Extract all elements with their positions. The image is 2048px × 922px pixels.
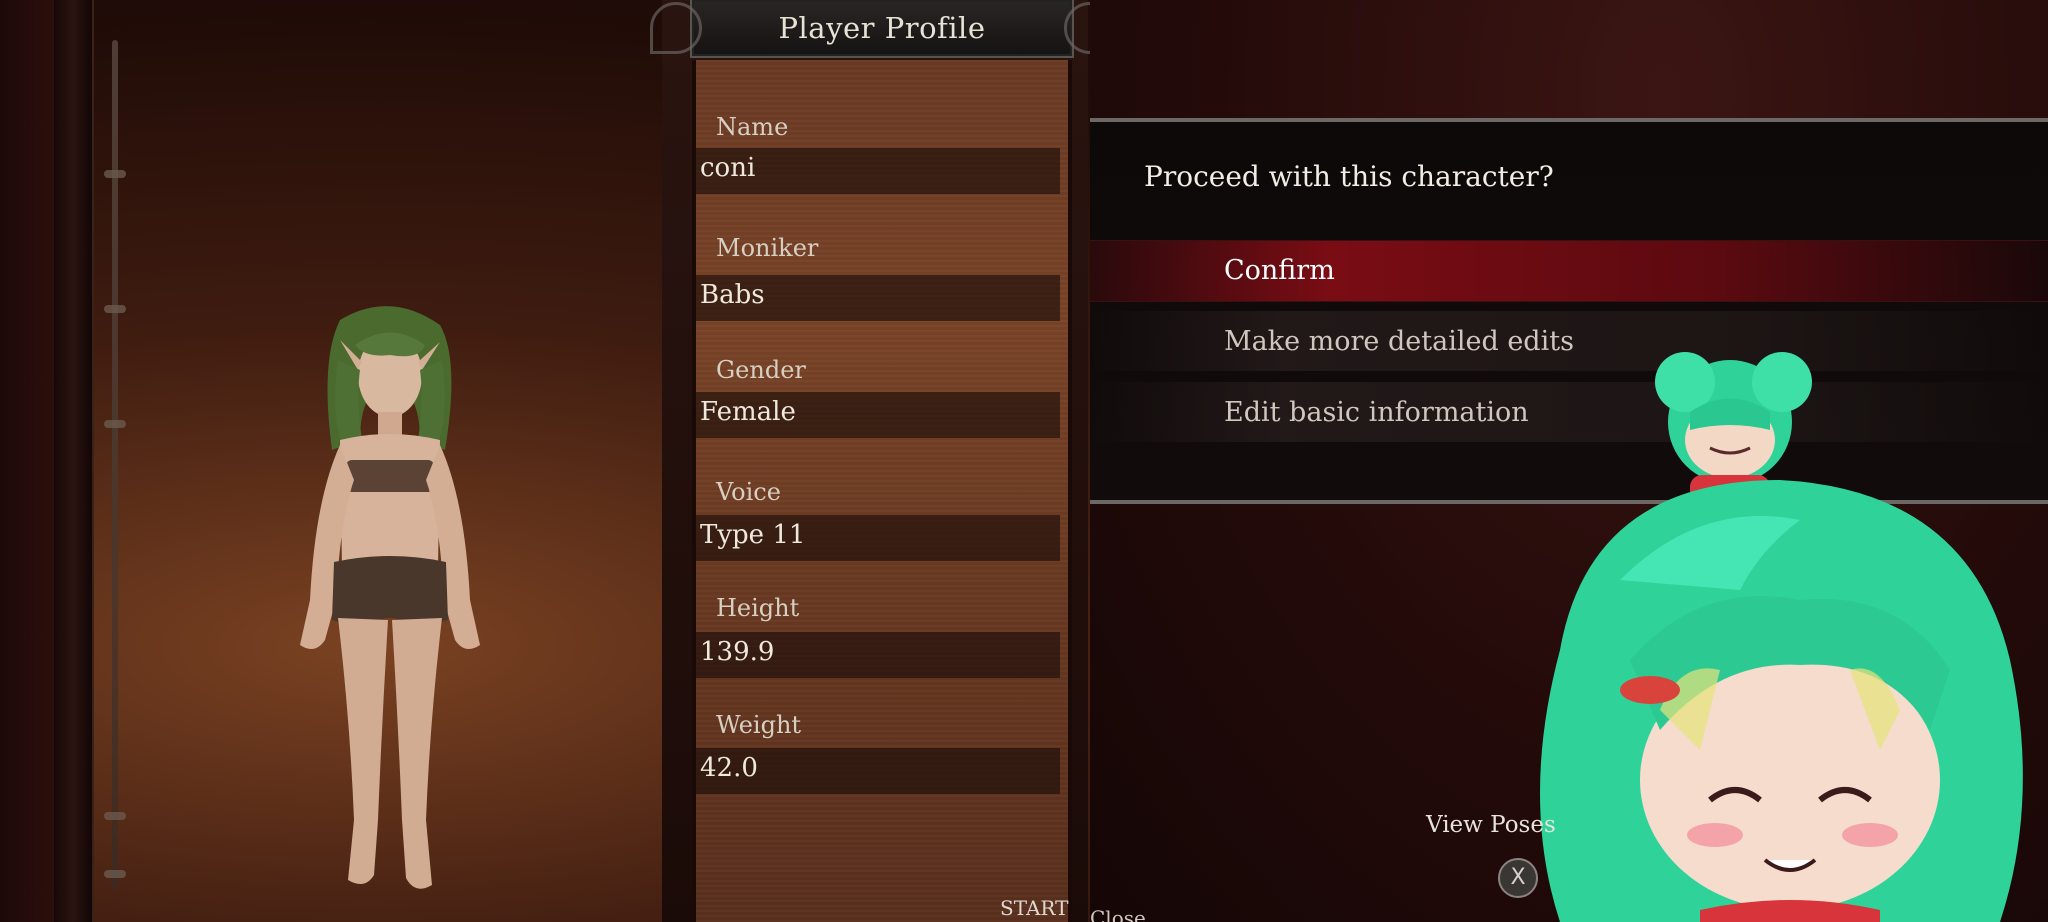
profile-title: Player Profile — [778, 11, 986, 45]
x-button-icon[interactable]: X — [1498, 858, 1538, 898]
character-preview[interactable] — [270, 300, 510, 900]
decorative-vine — [112, 40, 118, 890]
field-label-gender: Gender — [716, 356, 806, 384]
vine-ornament — [104, 305, 126, 313]
menu-option-basic-info-label[interactable]: Edit basic information — [1224, 397, 1529, 428]
game-screen: Player Profile Name coni Moniker Babs Ge… — [0, 0, 2048, 922]
start-button-hint[interactable]: START — [1000, 896, 1068, 920]
field-label-height: Height — [716, 594, 800, 622]
view-poses-hint[interactable]: View Poses — [1426, 812, 1556, 838]
field-value-gender: Female — [700, 397, 796, 427]
field-value-voice: Type 11 — [700, 520, 806, 550]
dialog-question: Proceed with this character? — [1144, 160, 1554, 193]
vine-ornament — [104, 170, 126, 178]
menu-option-confirm-label[interactable]: Confirm — [1224, 255, 1335, 286]
header-ornament-left — [650, 2, 702, 54]
streamer-avatar-overlay — [1500, 330, 2048, 922]
field-label-voice: Voice — [716, 478, 781, 506]
field-value-name: coni — [700, 153, 756, 183]
field-label-weight: Weight — [716, 711, 802, 739]
field-label-name: Name — [716, 113, 789, 141]
left-frame-border — [54, 0, 94, 922]
close-hint[interactable]: Close — [1090, 906, 1146, 922]
vine-ornament — [104, 870, 126, 878]
profile-header: Player Profile — [690, 0, 1074, 58]
vine-ornament — [104, 812, 126, 820]
vine-ornament — [104, 420, 126, 428]
field-value-weight: 42.0 — [700, 753, 758, 783]
left-frame-outer — [0, 0, 54, 922]
field-value-moniker: Babs — [700, 280, 765, 310]
field-label-moniker: Moniker — [716, 234, 819, 262]
field-value-height: 139.9 — [700, 637, 775, 667]
